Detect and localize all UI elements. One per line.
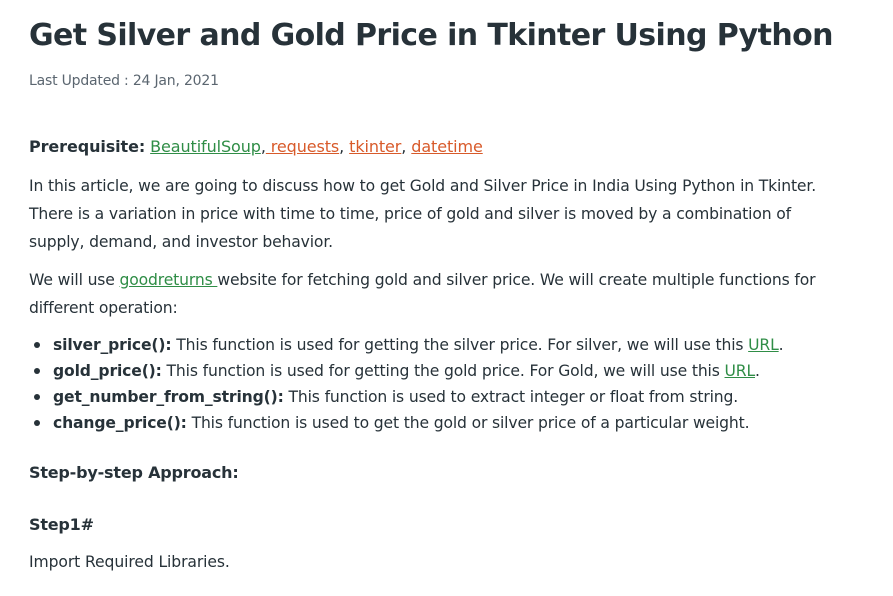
link-gold-url[interactable]: URL xyxy=(725,362,756,380)
function-name: silver_price(): xyxy=(53,336,172,354)
prerequisite-line: Prerequisite: BeautifulSoup, requests, t… xyxy=(29,137,483,156)
prerequisite-label: Prerequisite: xyxy=(29,137,146,156)
link-datetime[interactable]: datetime xyxy=(411,137,483,156)
function-name: gold_price(): xyxy=(53,362,162,380)
link-goodreturns[interactable]: goodreturns xyxy=(120,271,218,289)
separator: , xyxy=(401,137,407,156)
bullet-icon xyxy=(34,368,40,374)
usage-paragraph: We will use goodreturns website for fetc… xyxy=(29,266,849,322)
bullet-icon xyxy=(34,420,40,426)
list-item: get_number_from_string(): This function … xyxy=(29,384,783,410)
usage-text-before: We will use xyxy=(29,271,120,289)
function-description: This function is used to extract integer… xyxy=(283,388,739,406)
bullet-icon xyxy=(34,394,40,400)
list-item: silver_price(): This function is used fo… xyxy=(29,332,784,358)
last-updated: Last Updated : 24 Jan, 2021 xyxy=(29,73,219,89)
function-description-end: . xyxy=(755,362,760,380)
approach-heading: Step-by-step Approach: xyxy=(29,463,239,482)
function-description: This function is used for getting the si… xyxy=(171,336,749,354)
function-description-end: . xyxy=(778,336,784,354)
function-description: This function is used for getting the go… xyxy=(161,362,725,380)
article-title: Get Silver and Gold Price in Tkinter Usi… xyxy=(29,18,833,53)
link-silver-url[interactable]: URL xyxy=(748,336,779,354)
function-list: silver_price(): This function is used fo… xyxy=(29,332,784,436)
link-requests[interactable]: requests xyxy=(266,137,339,156)
step1-heading: Step1# xyxy=(29,515,94,534)
separator: , xyxy=(339,137,345,156)
function-name: get_number_from_string(): xyxy=(53,388,284,406)
link-tkinter[interactable]: tkinter xyxy=(349,137,401,156)
intro-paragraph: In this article, we are going to discuss… xyxy=(29,177,817,251)
list-item: change_price(): This function is used to… xyxy=(29,410,783,436)
link-beautifulsoup[interactable]: BeautifulSoup xyxy=(150,137,261,156)
step1-text: Import Required Libraries. xyxy=(29,553,230,571)
bullet-icon xyxy=(34,342,40,348)
function-description: This function is used to get the gold or… xyxy=(186,414,750,432)
function-name: change_price(): xyxy=(53,414,187,432)
list-item: gold_price(): This function is used for … xyxy=(29,358,783,384)
